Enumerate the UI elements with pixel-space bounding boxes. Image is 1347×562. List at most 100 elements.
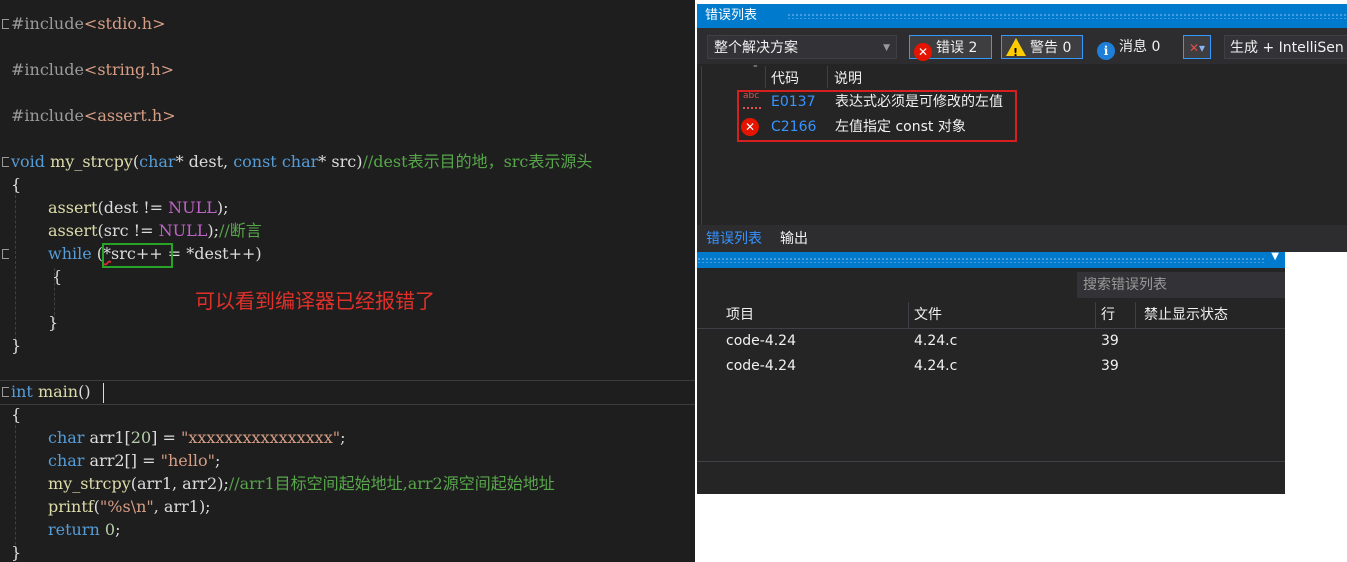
messages-label: 消息 0 <box>1119 39 1161 55</box>
code-line-1[interactable]: #include<stdio.h> <box>0 13 165 35</box>
scope-dropdown[interactable]: 整个解决方案 ▼ <box>707 35 897 59</box>
code-line-4[interactable]: void my_strcpy(char* dest, const char* s… <box>0 151 592 173</box>
code-text: , arr1); <box>153 497 211 516</box>
code-line-16[interactable]: my_strcpy(arr1, arr2);//arr1目标空间起始地址,arr… <box>0 473 555 495</box>
code-text: ); <box>207 221 219 240</box>
code-editor[interactable]: #include<stdio.h> #include<string.h> #in… <box>0 0 695 562</box>
column-divider[interactable] <box>1135 302 1136 328</box>
code-line-10[interactable]: } <box>0 312 58 334</box>
code-text: ] = <box>151 428 181 447</box>
code-comment: //dest表示目的地，src表示源头 <box>362 152 593 171</box>
highlight-box <box>737 90 1017 142</box>
drag-grip[interactable] <box>697 257 1265 263</box>
code-line-14[interactable]: char arr1[20] = "xxxxxxxxxxxxxxxx"; <box>0 427 345 449</box>
code-line-6[interactable]: assert(dest != NULL); <box>0 197 229 219</box>
keyword: const <box>233 152 277 171</box>
code-line-19[interactable]: } <box>0 542 21 562</box>
code-line-15[interactable]: char arr2[] = "hello"; <box>0 450 220 472</box>
code-text: (src != <box>97 221 159 240</box>
column-header-suppression[interactable]: 禁止显示状态 <box>1144 302 1228 328</box>
function-name: my_strcpy <box>48 474 131 493</box>
fold-marker[interactable] <box>2 157 9 167</box>
chevron-down-icon: ▼ <box>883 43 890 53</box>
code-line-12[interactable]: int main() <box>0 381 91 403</box>
directive-hash: # <box>11 60 25 79</box>
separator-line <box>0 404 695 405</box>
code-text: (dest != <box>97 198 169 217</box>
include-file: <stdio.h> <box>83 14 166 33</box>
column-header-description[interactable]: 说明 <box>834 68 862 88</box>
table-row[interactable]: code-4.24 4.24.c 39 <box>697 329 1285 354</box>
code-line-5[interactable]: { <box>0 174 21 196</box>
column-divider[interactable] <box>827 66 828 88</box>
include-keyword: include <box>24 106 84 125</box>
code-line-9[interactable]: { <box>0 266 62 288</box>
code-line-7[interactable]: assert(src != NULL);//断言 <box>0 220 262 242</box>
column-header-line[interactable]: 行 <box>1101 302 1115 328</box>
keyword: while <box>48 244 92 263</box>
messages-filter-button[interactable]: i 消息 0 <box>1093 35 1173 60</box>
fold-marker[interactable] <box>2 387 9 397</box>
search-input[interactable]: 搜索错误列表 <box>1077 272 1285 298</box>
code-line-18[interactable]: return 0; <box>0 519 120 541</box>
project-cell: code-4.24 <box>726 358 796 374</box>
keyword: int <box>11 382 33 401</box>
scope-value: 整个解决方案 <box>714 40 798 56</box>
include-keyword: include <box>24 14 84 33</box>
error-detail-panel: ▼ 搜索错误列表 项目 文件 行 禁止显示状态 code-4.24 4.24.c… <box>697 252 1285 494</box>
column-divider[interactable] <box>1095 302 1096 328</box>
column-header-code[interactable]: 代码 <box>771 68 799 88</box>
panel-title-bar[interactable]: ▼ <box>697 252 1285 268</box>
column-divider[interactable] <box>765 66 766 88</box>
code-line-13[interactable]: { <box>0 404 21 426</box>
file-cell: 4.24.c <box>914 358 958 374</box>
brace: { <box>52 267 63 286</box>
panel-title: 错误列表 <box>705 8 758 23</box>
build-source-value: 生成 + IntelliSen <box>1230 40 1344 56</box>
tab-output[interactable]: 输出 <box>780 229 808 249</box>
panel-title-bar[interactable]: 错误列表 <box>697 4 1347 28</box>
warnings-filter-button[interactable]: ! 警告 0 <box>1001 35 1083 59</box>
code-comment: //断言 <box>218 221 262 240</box>
info-icon: i <box>1097 42 1115 60</box>
function-name: printf <box>48 497 94 516</box>
string-literal: "%s\n" <box>99 497 154 516</box>
column-header-file[interactable]: 文件 <box>914 302 942 328</box>
macro: NULL <box>168 198 217 217</box>
warning-icon: ! <box>1006 38 1026 59</box>
build-source-dropdown[interactable]: 生成 + IntelliSen <box>1224 35 1347 59</box>
table-row[interactable]: code-4.24 4.24.c 39 <box>697 354 1285 379</box>
code-text: () <box>78 382 91 401</box>
function-name: main <box>37 382 79 401</box>
fold-marker[interactable] <box>2 19 9 29</box>
brace: } <box>48 313 59 332</box>
errors-label: 错误 2 <box>936 40 978 56</box>
number-literal: 20 <box>130 428 152 447</box>
column-divider[interactable] <box>908 302 909 328</box>
filter-button[interactable]: ✕▾ <box>1183 35 1211 59</box>
fold-marker[interactable] <box>2 249 9 259</box>
sort-icon[interactable]: ⁼ <box>753 64 758 74</box>
drag-grip[interactable] <box>787 13 1347 19</box>
code-line-2[interactable]: #include<string.h> <box>0 59 174 81</box>
code-line-3[interactable]: #include<assert.h> <box>0 105 176 127</box>
function-name: assert <box>48 198 98 217</box>
code-text: ; <box>115 520 121 539</box>
error-icon: ✕ <box>914 43 932 61</box>
keyword: char <box>48 451 85 470</box>
tab-error-list[interactable]: 错误列表 <box>706 229 762 249</box>
funnel-icon: ▾ <box>1199 41 1206 55</box>
code-line-11[interactable]: } <box>0 335 21 357</box>
string-literal: "hello" <box>160 451 215 470</box>
code-line-17[interactable]: printf("%s\n", arr1); <box>0 496 211 518</box>
include-keyword: include <box>24 60 84 79</box>
panel-tabs: 错误列表 输出 <box>697 225 1347 252</box>
column-header-project[interactable]: 项目 <box>726 302 754 328</box>
warnings-label: 警告 0 <box>1030 40 1072 56</box>
file-cell: 4.24.c <box>914 333 958 349</box>
code-line-8[interactable]: while (*src++ = *dest++) <box>0 243 262 265</box>
errors-filter-button[interactable]: ✕ 错误 2 <box>909 35 992 61</box>
highlight-box <box>102 243 173 268</box>
chevron-down-icon[interactable]: ▼ <box>1271 252 1279 262</box>
text-cursor <box>103 383 104 403</box>
